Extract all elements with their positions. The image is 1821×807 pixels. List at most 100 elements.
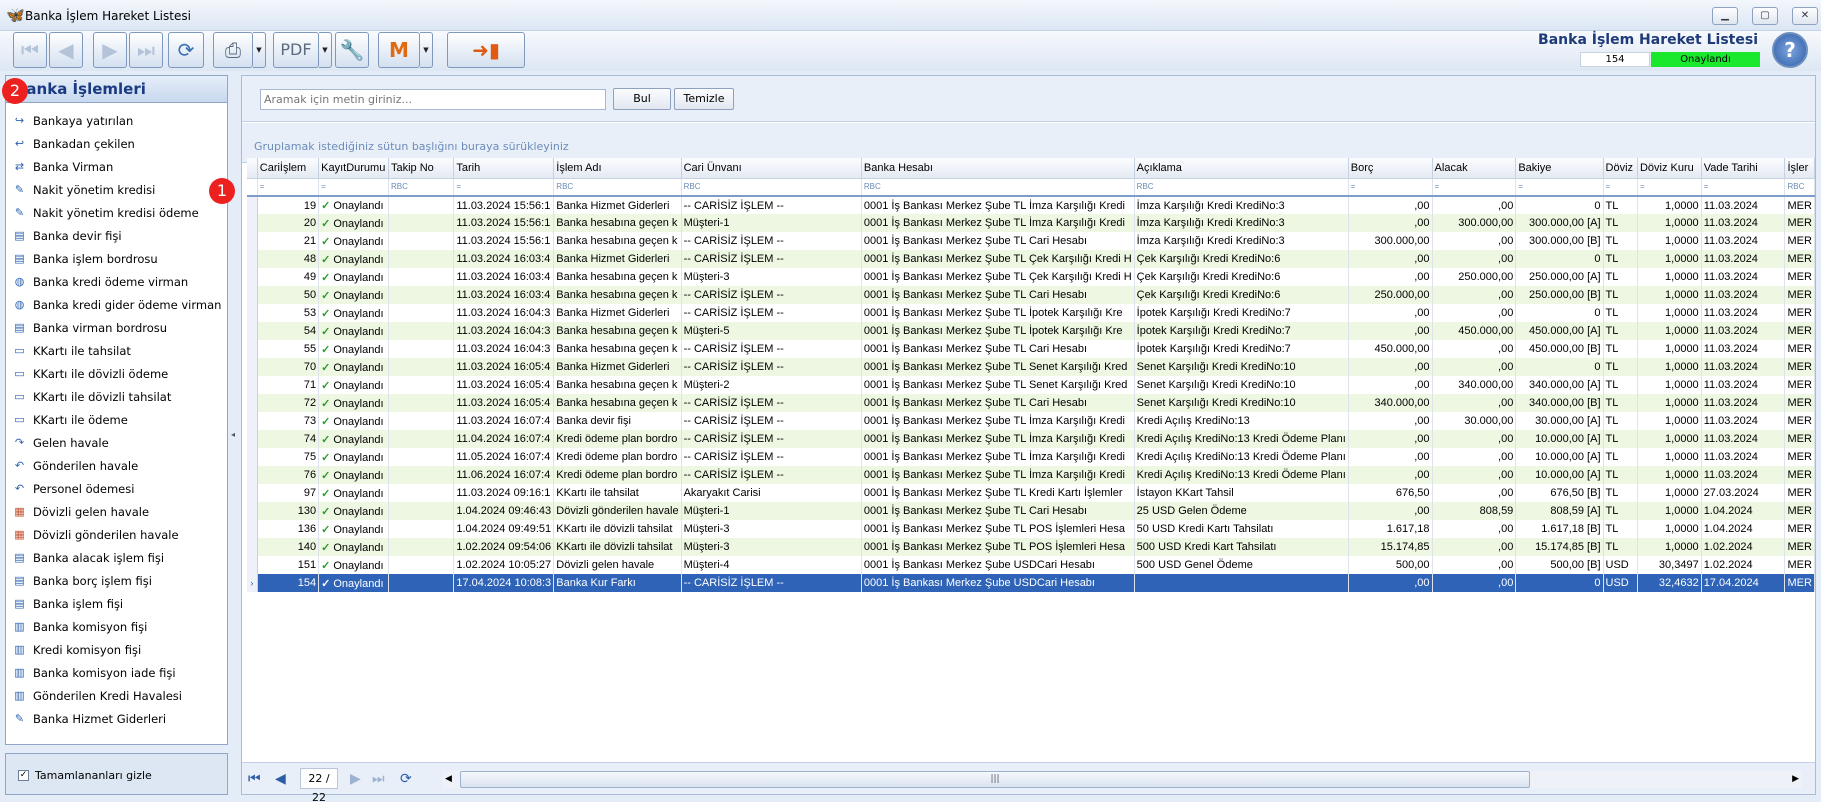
row-indicator[interactable] xyxy=(247,268,258,286)
table-row[interactable]: 136 ✓ Onaylandı 1.04.2024 09:49:51 KKartı il… xyxy=(247,520,1815,538)
column-header[interactable]: Takip No xyxy=(388,158,455,179)
row-indicator[interactable] xyxy=(247,466,258,484)
table-row[interactable]: 73 ✓ Onaylandı 11.03.2024 16:07:4 Banka devi… xyxy=(247,412,1815,430)
minimize-button[interactable]: ▁ xyxy=(1712,7,1738,25)
row-indicator[interactable] xyxy=(247,358,258,376)
row-indicator[interactable] xyxy=(247,394,258,412)
column-header[interactable]: Vade Tarihi xyxy=(1701,158,1786,179)
row-indicator[interactable] xyxy=(247,448,258,466)
filter-cell[interactable]: = xyxy=(1515,178,1604,197)
horizontal-scrollbar[interactable]: ◀ ||| ▶ xyxy=(442,771,1802,788)
grid-filter-row[interactable]: = = RBC = RBC RBC RBC RBC = = = = = = RBC xyxy=(247,178,1815,197)
clear-button[interactable]: Temizle xyxy=(674,88,734,110)
column-header[interactable]: Alacak xyxy=(1432,158,1517,179)
filter-cell[interactable]: RBC xyxy=(681,178,862,197)
filter-cell[interactable]: = xyxy=(1701,178,1786,197)
row-indicator[interactable] xyxy=(247,232,258,250)
first-record-button[interactable]: ⏮ xyxy=(13,32,47,68)
table-row[interactable]: 48 ✓ Onaylandı 11.03.2024 16:03:4 Banka Hizm… xyxy=(247,250,1815,268)
table-row[interactable]: 140 ✓ Onaylandı 1.02.2024 09:54:06 KKartı il… xyxy=(247,538,1815,556)
m-module-button[interactable]: M xyxy=(378,32,420,68)
sidebar-item-kkarti-ile-odeme[interactable]: ▭ KKartı ile ödeme xyxy=(6,408,227,431)
filter-cell[interactable]: RBC xyxy=(388,178,455,197)
nav-next-icon[interactable]: ▶ xyxy=(350,771,361,787)
print-button[interactable]: ⎙ xyxy=(213,32,253,68)
sidebar-item-banka-kredi-odeme-virman[interactable]: ◍ Banka kredi ödeme virman xyxy=(6,270,227,293)
table-row[interactable]: 74 ✓ Onaylandı 11.04.2024 16:07:4 Kredi ödem… xyxy=(247,430,1815,448)
table-row[interactable]: 72 ✓ Onaylandı 11.03.2024 16:05:4 Banka hesa… xyxy=(247,394,1815,412)
help-button[interactable]: ? xyxy=(1772,32,1808,68)
tools-button[interactable]: 🔧 xyxy=(335,32,369,68)
table-row[interactable]: 49 ✓ Onaylandı 11.03.2024 16:03:4 Banka hesa… xyxy=(247,268,1815,286)
scroll-left-icon[interactable]: ◀ xyxy=(445,771,452,788)
search-input[interactable] xyxy=(260,89,606,110)
filter-cell[interactable]: = xyxy=(1637,178,1702,197)
column-header[interactable]: Banka Hesabı xyxy=(861,158,1135,179)
filter-cell[interactable]: RBC xyxy=(861,178,1135,197)
column-header[interactable]: Açıklama xyxy=(1134,158,1349,179)
sidebar-item-nakit-yonetim-kredisi-odeme[interactable]: ✎ Nakit yönetim kredisi ödeme xyxy=(6,201,227,224)
table-row[interactable]: 21 ✓ Onaylandı 11.03.2024 15:56:1 Banka hesa… xyxy=(247,232,1815,250)
row-indicator[interactable] xyxy=(247,556,258,574)
column-header[interactable]: Tarih xyxy=(453,158,555,179)
row-indicator[interactable] xyxy=(247,412,258,430)
row-indicator[interactable] xyxy=(247,286,258,304)
group-panel[interactable]: Gruplamak istediğiniz sütun başlığını bu… xyxy=(242,123,1815,163)
refresh-button[interactable]: ⟳ xyxy=(168,32,204,68)
column-header[interactable]: İşlem Adı xyxy=(553,158,682,179)
table-row[interactable]: 55 ✓ Onaylandı 11.03.2024 16:04:3 Banka hesa… xyxy=(247,340,1815,358)
filter-cell[interactable]: = xyxy=(1603,178,1638,197)
table-row[interactable]: 130 ✓ Onaylandı 1.04.2024 09:46:43 Dövizli g… xyxy=(247,502,1815,520)
table-row[interactable]: 20 ✓ Onaylandı 11.03.2024 15:56:1 Banka hesa… xyxy=(247,214,1815,232)
sidebar-item-kkarti-ile-tahsilat[interactable]: ▭ KKartı ile tahsilat xyxy=(6,339,227,362)
sidebar-item-banka-komisyon-iade-fisi[interactable]: ▥ Banka komisyon iade fişi xyxy=(6,661,227,684)
column-header[interactable]: Döviz xyxy=(1603,158,1638,179)
close-button[interactable]: ✕ xyxy=(1792,7,1818,25)
filter-cell[interactable]: = xyxy=(1432,178,1517,197)
sidebar-item-personel-odemesi[interactable]: ↶ Personel ödemesi xyxy=(6,477,227,500)
row-indicator[interactable] xyxy=(247,322,258,340)
row-indicator[interactable] xyxy=(247,520,258,538)
column-header[interactable]: Bakiye xyxy=(1515,158,1604,179)
sidebar-item-bankaya-yatirilan[interactable]: ↪ Bankaya yatırılan xyxy=(6,109,227,132)
nav-prev-icon[interactable]: ◀ xyxy=(275,771,286,787)
row-indicator[interactable] xyxy=(247,430,258,448)
column-header[interactable]: İşler xyxy=(1784,158,1815,179)
row-indicator[interactable] xyxy=(247,304,258,322)
table-row[interactable]: 71 ✓ Onaylandı 11.03.2024 16:05:4 Banka hesa… xyxy=(247,376,1815,394)
sidebar-item-banka-virman-bordrosu[interactable]: ▤ Banka virman bordrosu xyxy=(6,316,227,339)
table-row[interactable]: › 154 ✓ Onaylandı 17.04.2024 10:08:3 Banka Ku… xyxy=(247,574,1815,592)
sidebar-item-banka-devir-fisi[interactable]: ▤ Banka devir fişi xyxy=(6,224,227,247)
filter-cell[interactable]: RBC xyxy=(553,178,682,197)
row-indicator[interactable] xyxy=(247,538,258,556)
find-button[interactable]: Bul xyxy=(613,88,671,110)
nav-last-icon[interactable]: ⏭ xyxy=(372,771,385,787)
sidebar-item-kredi-komisyon-fisi[interactable]: ▥ Kredi komisyon fişi xyxy=(6,638,227,661)
m-module-dropdown-button[interactable]: ▼ xyxy=(420,32,433,68)
sidebar-item-banka-islem-fisi[interactable]: ▤ Banka işlem fişi xyxy=(6,592,227,615)
filter-cell[interactable]: RBC xyxy=(1134,178,1349,197)
table-row[interactable]: 19 ✓ Onaylandı 11.03.2024 15:56:1 Banka Hizm… xyxy=(247,196,1815,214)
row-indicator[interactable] xyxy=(247,484,258,502)
sidebar-item-gonderilen-kredi-havalesi[interactable]: ▥ Gönderilen Kredi Havalesi xyxy=(6,684,227,707)
table-row[interactable]: 76 ✓ Onaylandı 11.06.2024 16:07:4 Kredi ödem… xyxy=(247,466,1815,484)
export-pdf-button[interactable]: PDF xyxy=(273,32,319,68)
row-indicator[interactable]: › xyxy=(247,574,258,592)
row-indicator[interactable] xyxy=(247,376,258,394)
table-row[interactable]: 50 ✓ Onaylandı 11.03.2024 16:03:4 Banka hesa… xyxy=(247,286,1815,304)
scroll-thumb[interactable]: ||| xyxy=(460,771,1530,788)
column-header[interactable]: Cariİşlem xyxy=(257,158,320,179)
print-dropdown-button[interactable]: ▼ xyxy=(253,32,266,68)
exit-button[interactable]: ➜▮ xyxy=(447,32,525,68)
table-row[interactable]: 97 ✓ Onaylandı 11.03.2024 09:16:1 KKartı ile… xyxy=(247,484,1815,502)
sidebar-item-nakit-yonetim-kredisi[interactable]: ✎ Nakit yönetim kredisi xyxy=(6,178,227,201)
filter-cell[interactable]: RBC xyxy=(1784,178,1815,197)
previous-record-button[interactable]: ◀ xyxy=(49,32,83,68)
filter-cell[interactable]: = xyxy=(1348,178,1433,197)
filter-cell[interactable]: = xyxy=(257,178,320,197)
row-indicator[interactable] xyxy=(247,250,258,268)
sidebar-item-banka-virman[interactable]: ⇄ Banka Virman xyxy=(6,155,227,178)
sidebar-item-banka-kredi-gider-odeme-virman[interactable]: ◍ Banka kredi gider ödeme virman xyxy=(6,293,227,316)
column-header[interactable]: KayıtDurumu xyxy=(318,158,389,179)
sidebar-item-kkarti-ile-dovizli-tahsilat[interactable]: ▭ KKartı ile dövizli tahsilat xyxy=(6,385,227,408)
